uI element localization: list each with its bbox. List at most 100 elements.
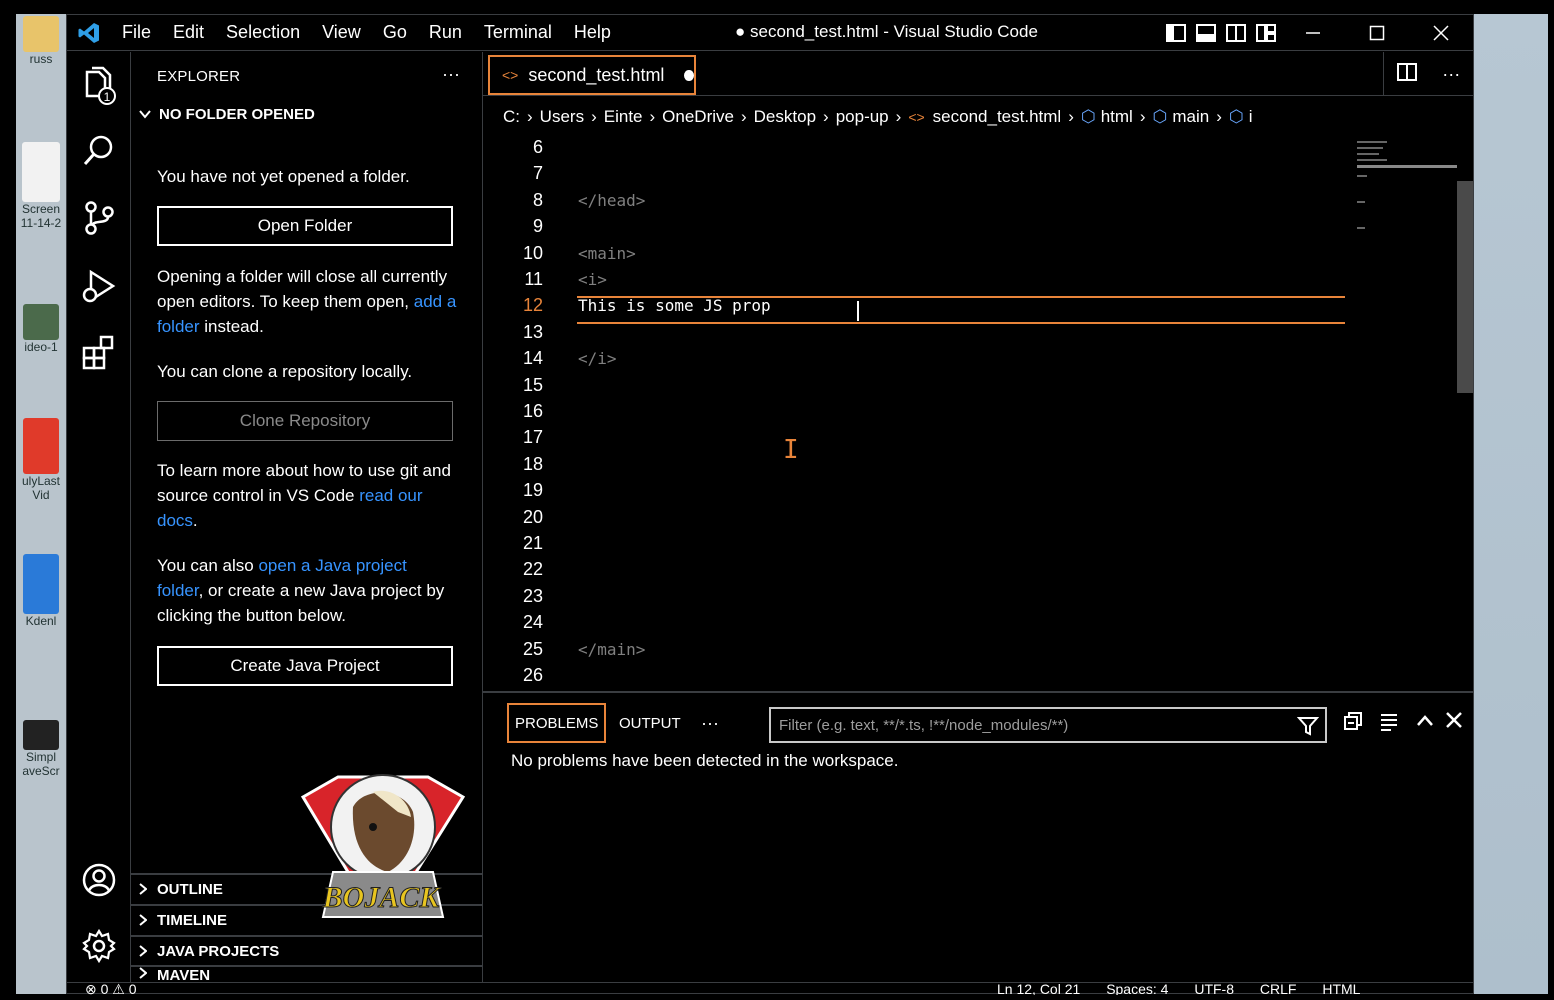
- code-line[interactable]: 24: [483, 610, 1353, 636]
- vscode-logo-icon: [67, 15, 111, 51]
- accounts-icon[interactable]: [79, 860, 119, 900]
- toggle-secondary-sidebar-icon[interactable]: [1221, 15, 1251, 51]
- settings-gear-icon[interactable]: [79, 926, 119, 966]
- code-text: <main>: [578, 243, 636, 263]
- maven-section[interactable]: MAVEN: [131, 965, 483, 982]
- panel-more-icon[interactable]: ···: [695, 703, 725, 743]
- code-line[interactable]: 11 <i>: [483, 267, 1353, 293]
- code-line[interactable]: 6: [483, 139, 1353, 161]
- warning-text: Opening a folder will close all currentl…: [157, 264, 457, 339]
- code-line[interactable]: 10 <main>: [483, 241, 1353, 267]
- split-editor-icon[interactable]: [1396, 62, 1417, 86]
- breadcrumb-i[interactable]: i: [1249, 107, 1253, 127]
- line-number: 24: [522, 612, 543, 633]
- word-wrap-icon[interactable]: [1379, 711, 1399, 736]
- breadcrumb-file[interactable]: second_test.html: [933, 107, 1062, 127]
- close-panel-icon[interactable]: [1445, 711, 1463, 734]
- eol-status[interactable]: CRLF: [1260, 983, 1297, 995]
- more-actions-icon[interactable]: ···: [1442, 64, 1460, 85]
- breadcrumb-einte[interactable]: Einte: [604, 107, 643, 127]
- menu-view[interactable]: View: [311, 22, 372, 43]
- desktop-icon-video[interactable]: ideo-1: [20, 304, 62, 354]
- svg-text:1: 1: [104, 90, 111, 104]
- menu-run[interactable]: Run: [418, 22, 473, 43]
- menu-go[interactable]: Go: [372, 22, 418, 43]
- breadcrumb-desktop[interactable]: Desktop: [754, 107, 816, 127]
- breadcrumb-separator-icon: ›: [1139, 107, 1146, 126]
- code-line[interactable]: 21: [483, 531, 1353, 557]
- code-line[interactable]: 18: [483, 452, 1353, 478]
- code-line[interactable]: 14 </i>: [483, 346, 1353, 372]
- desktop-icon-kdenlive[interactable]: Kdenl: [20, 554, 62, 628]
- explorer-more-actions-icon[interactable]: ···: [442, 64, 460, 85]
- code-line[interactable]: 8 </head>: [483, 188, 1353, 214]
- desktop-icon-screenshot[interactable]: Screen 11-14-2: [20, 142, 62, 230]
- close-window-button[interactable]: [1409, 15, 1473, 51]
- source-control-icon[interactable]: [79, 198, 119, 238]
- extensions-icon[interactable]: [79, 332, 119, 372]
- tab-problems[interactable]: PROBLEMS: [507, 703, 607, 743]
- open-folder-button[interactable]: Open Folder: [157, 206, 453, 246]
- search-icon[interactable]: [79, 130, 119, 170]
- desktop-icon-folder[interactable]: russ: [20, 16, 62, 66]
- menu-selection[interactable]: Selection: [215, 22, 311, 43]
- problems-count-status[interactable]: ⊗ 0 ⚠ 0: [85, 983, 137, 995]
- breadcrumb-drive[interactable]: C:: [503, 107, 520, 127]
- editor-scrollbar[interactable]: [1457, 181, 1473, 393]
- java-projects-section[interactable]: JAVA PROJECTS: [131, 935, 483, 965]
- breadcrumb-html[interactable]: html: [1101, 107, 1133, 127]
- line-number: 11: [524, 269, 543, 289]
- minimize-button[interactable]: [1281, 15, 1345, 51]
- cursor-position-status[interactable]: Ln 12, Col 21: [997, 983, 1080, 995]
- menu-help[interactable]: Help: [563, 22, 622, 43]
- indentation-status[interactable]: Spaces: 4: [1106, 983, 1168, 995]
- tab-second-test-html[interactable]: <> second_test.html: [488, 55, 696, 95]
- language-mode-status[interactable]: HTML: [1322, 983, 1360, 995]
- problems-filter-input[interactable]: Filter (e.g. text, **/*.ts, !**/node_mod…: [769, 707, 1327, 743]
- unsaved-dot-icon[interactable]: [684, 69, 694, 81]
- code-line[interactable]: 26: [483, 663, 1353, 689]
- code-editor[interactable]: 6 7 8 </head> 9 10 <main> 11 <i> 12 This is some J…: [483, 139, 1473, 691]
- create-java-project-button[interactable]: Create Java Project: [157, 646, 453, 686]
- breadcrumb-onedrive[interactable]: OneDrive: [662, 107, 734, 127]
- tab-output[interactable]: OUTPUT: [613, 703, 687, 743]
- run-debug-icon[interactable]: [79, 266, 119, 306]
- code-line[interactable]: 7: [483, 161, 1353, 187]
- menu-file[interactable]: File: [111, 22, 162, 43]
- section-label: MAVEN: [157, 967, 211, 982]
- code-line[interactable]: 25 </main>: [483, 637, 1353, 663]
- toggle-sidebar-icon[interactable]: [1161, 15, 1191, 51]
- filter-funnel-icon[interactable]: [1296, 715, 1320, 741]
- section-label: OUTLINE: [157, 880, 223, 898]
- line-number: 20: [522, 506, 543, 527]
- breadcrumb-main[interactable]: main: [1172, 107, 1209, 127]
- code-line[interactable]: 9: [483, 214, 1353, 240]
- menu-edit[interactable]: Edit: [162, 22, 215, 43]
- customize-layout-icon[interactable]: [1251, 15, 1281, 51]
- minimap[interactable]: [1357, 141, 1457, 241]
- maximize-panel-chevron-up-icon[interactable]: [1415, 711, 1435, 736]
- breadcrumb-pop-up[interactable]: pop-up: [836, 107, 889, 127]
- menu-terminal[interactable]: Terminal: [473, 22, 563, 43]
- breadcrumb-users[interactable]: Users: [540, 107, 584, 127]
- encoding-status[interactable]: UTF-8: [1194, 983, 1234, 995]
- clone-repository-button[interactable]: Clone Repository: [157, 401, 453, 441]
- code-line[interactable]: 23: [483, 584, 1353, 610]
- maximize-button[interactable]: [1345, 15, 1409, 51]
- code-line[interactable]: 16: [483, 399, 1353, 425]
- html-file-icon: <>: [908, 109, 925, 125]
- desktop-icon-screen-recorder[interactable]: Simpl aveScr: [20, 720, 62, 778]
- code-line[interactable]: 22: [483, 557, 1353, 583]
- desktop-icon-app-red[interactable]: ulyLast Vid: [20, 418, 62, 502]
- code-text: </head>: [578, 190, 646, 210]
- code-line[interactable]: 19: [483, 478, 1353, 504]
- code-line[interactable]: 17: [483, 425, 1353, 451]
- code-line[interactable]: 20: [483, 505, 1353, 531]
- no-folder-section-header[interactable]: NO FOLDER OPENED: [139, 106, 315, 123]
- explorer-icon[interactable]: 1: [79, 66, 119, 106]
- collapse-all-icon[interactable]: [1343, 711, 1363, 736]
- clone-text: You can clone a repository locally.: [157, 362, 413, 381]
- line-number: 25: [522, 638, 543, 659]
- code-line[interactable]: 15: [483, 373, 1353, 399]
- toggle-panel-icon[interactable]: [1191, 15, 1221, 51]
